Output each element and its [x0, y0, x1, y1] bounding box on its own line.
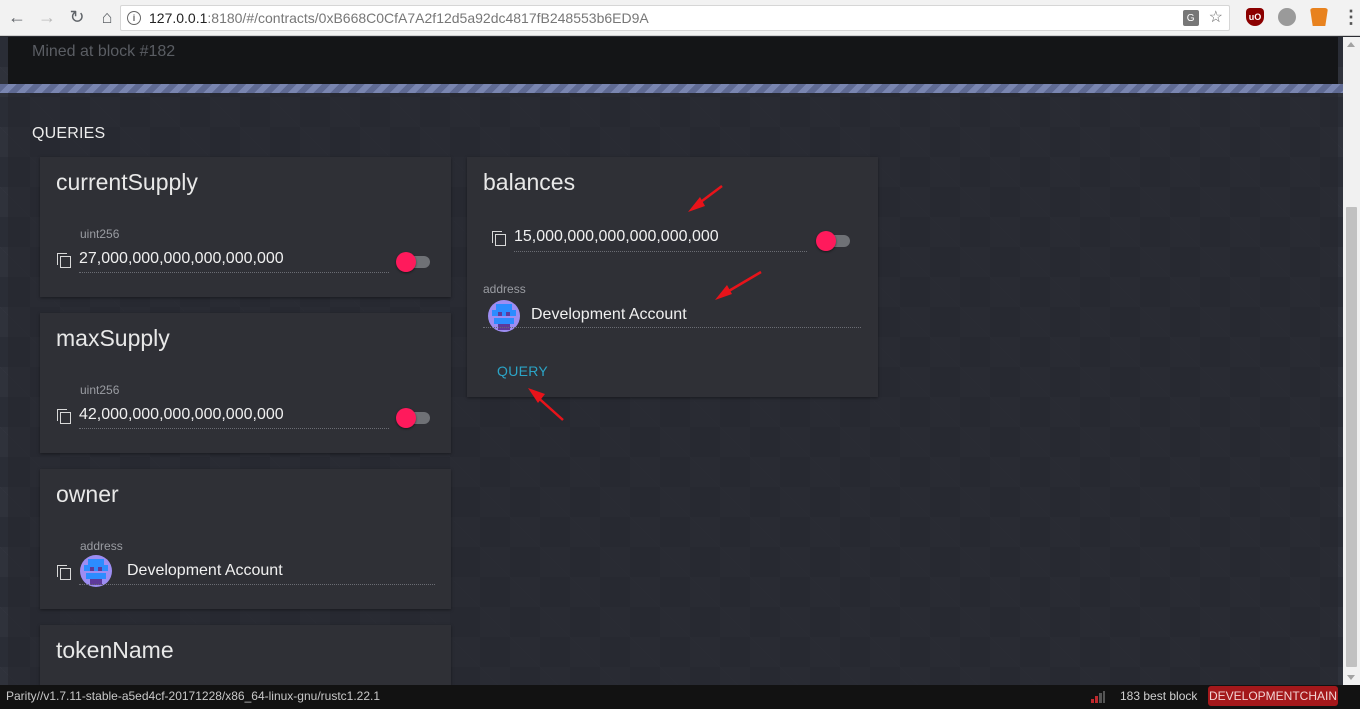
scroll-thumb[interactable]: [1346, 207, 1357, 667]
owner-value: Development Account: [127, 562, 283, 579]
current-supply-value: 27,000,000,000,000,000,000: [79, 250, 284, 267]
best-block-count: 183 best block: [1120, 689, 1198, 703]
copy-icon[interactable]: [57, 409, 71, 424]
toggle-thumb: [816, 231, 836, 251]
format-toggle[interactable]: [396, 250, 432, 272]
arrow-right-icon: →: [38, 7, 56, 27]
url-path: :8180/#/contracts/0xB668C0CfA7A2f12d5a92…: [207, 10, 649, 26]
account-identicon: [80, 555, 112, 587]
toggle-thumb: [396, 408, 416, 428]
home-icon: ⌂: [101, 7, 113, 27]
app-content: Mined at block #182 QUERIES currentSuppl…: [0, 37, 1360, 685]
scroll-up-arrow-icon[interactable]: [1347, 42, 1355, 47]
field-underline: [79, 428, 389, 429]
field-type-label: uint256: [80, 227, 120, 241]
bookmark-star-icon[interactable]: ☆: [1209, 9, 1223, 27]
scroll-down-arrow-icon[interactable]: [1347, 675, 1355, 680]
query-card-token-name: tokenName: [40, 625, 451, 685]
query-card-max-supply: maxSupply uint256 42,000,000,000,000,000…: [40, 313, 451, 453]
signal-strength-icon: [1091, 691, 1105, 703]
balance-value: 15,000,000,000,000,000,000: [514, 228, 719, 245]
queries-heading: QUERIES: [32, 125, 106, 142]
address-input[interactable]: Development Account: [531, 306, 687, 324]
max-supply-value: 42,000,000,000,000,000,000: [79, 406, 284, 423]
query-card-balances: balances 15,000,000,000,000,000,000 addr…: [467, 157, 878, 397]
mined-at-block-text: Mined at block #182: [32, 43, 176, 60]
address-input-label: address: [483, 282, 526, 296]
forward-button[interactable]: →: [34, 5, 60, 31]
format-toggle[interactable]: [816, 229, 852, 251]
reload-icon: ↻: [69, 7, 85, 27]
page-scrollbar[interactable]: [1343, 37, 1360, 685]
metamask-fox-icon[interactable]: [1310, 8, 1328, 26]
back-button[interactable]: ←: [4, 5, 30, 31]
transaction-panel: Mined at block #182: [8, 37, 1338, 84]
home-button[interactable]: ⌂: [94, 5, 120, 31]
query-card-current-supply: currentSupply uint256 27,000,000,000,000…: [40, 157, 451, 297]
address-bar[interactable]: i 127.0.0.1:8180/#/contracts/0xB668C0CfA…: [120, 5, 1230, 31]
arrow-left-icon: ←: [8, 7, 26, 27]
field-underline: [514, 251, 807, 252]
globe-extension-icon[interactable]: [1278, 8, 1296, 26]
query-button[interactable]: QUERY: [497, 363, 548, 379]
parity-version: Parity//v1.7.11-stable-a5ed4cf-20171228/…: [6, 689, 381, 703]
reload-button[interactable]: ↻: [64, 5, 90, 31]
url-host: 127.0.0.1: [149, 10, 208, 26]
copy-icon[interactable]: [57, 253, 71, 268]
site-info-icon[interactable]: i: [127, 11, 141, 25]
field-underline: [79, 272, 389, 273]
browser-menu-icon[interactable]: ⋮: [1342, 8, 1360, 26]
copy-icon[interactable]: [57, 565, 71, 580]
address-underline: [483, 327, 861, 328]
copy-icon[interactable]: [492, 231, 506, 246]
card-title: maxSupply: [56, 325, 170, 351]
field-type-label: address: [80, 539, 123, 553]
toggle-thumb: [396, 252, 416, 272]
card-title: balances: [483, 169, 576, 195]
chain-badge: DEVELOPMENTCHAIN: [1208, 686, 1338, 706]
status-bar: Parity//v1.7.11-stable-a5ed4cf-20171228/…: [0, 685, 1360, 709]
card-title: owner: [56, 481, 119, 507]
format-toggle[interactable]: [396, 406, 432, 428]
field-type-label: uint256: [80, 383, 120, 397]
browser-toolbar: ← → ↻ ⌂ i 127.0.0.1:8180/#/contracts/0xB…: [0, 0, 1360, 36]
divider-strip: [0, 84, 1360, 93]
card-title: tokenName: [56, 637, 174, 663]
ublock-extension-icon[interactable]: uO: [1246, 8, 1264, 26]
field-underline: [79, 584, 435, 585]
query-card-owner: owner address Development Account: [40, 469, 451, 609]
card-title: currentSupply: [56, 169, 198, 195]
translate-icon[interactable]: G: [1182, 10, 1199, 26]
